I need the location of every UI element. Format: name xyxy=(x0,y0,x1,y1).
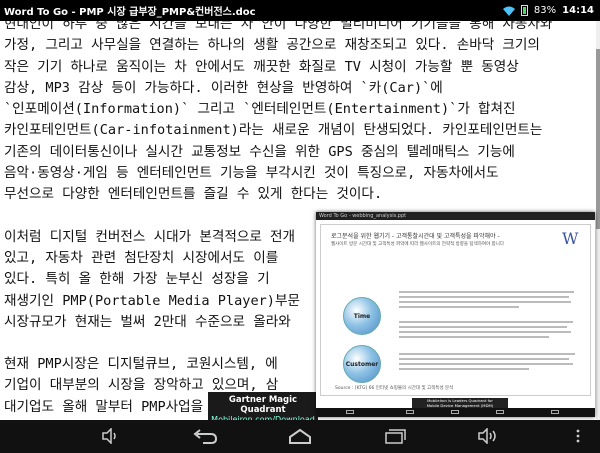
android-screen: Word To Go - PMP 시장 급부장_PMP&컨버전스.doc 83%… xyxy=(0,0,600,453)
slide-text-block xyxy=(399,321,579,341)
text-line: 음악·동영상·게임 등 엔터테인먼트 기능을 부각시킨 것이 특징으로, 자동차… xyxy=(4,165,499,182)
customer-circle: Customer xyxy=(343,345,381,383)
back-button[interactable] xyxy=(188,426,222,446)
volume-up-icon xyxy=(478,428,496,444)
document-scrollbar[interactable] xyxy=(596,21,600,420)
paragraph-1: 현대인이 하루 중 많은 시간을 보내는 차 안이 다양한 멀티미디어 기기들을… xyxy=(0,21,596,206)
app-title: Word To Go - PMP 시장 급부장_PMP&컨버전스.doc xyxy=(4,7,256,18)
slide-text-block xyxy=(399,353,579,373)
navigation-bar xyxy=(0,420,600,453)
thumbnail-ad: MobileIron is Leaders Quadrant for Mobil… xyxy=(412,398,508,408)
text-line: 감상, MP3 감상 등이 가능하다. 이러한 현상을 반영하여 `카(Car)… xyxy=(4,79,443,96)
text-line: 현대인이 하루 중 많은 시간을 보내는 차 안이 다양한 멀티미디어 기기들을… xyxy=(4,21,553,32)
text-line: 카인포테인먼트(Car-infotainment)라는 새로운 개념이 탄생되었… xyxy=(4,122,543,139)
thumbnail-slide: 로그분석을 위한 웹기기 - 고객통찰시간대 및 고객특성을 파악해야 - 웹사… xyxy=(320,224,591,396)
time-circle: Time xyxy=(343,297,381,335)
thumb-nav-icon xyxy=(451,410,459,414)
thumb-nav-icon xyxy=(346,410,354,414)
slide-heading: 로그분석을 위한 웹기기 - 고객통찰시간대 및 고객특성을 파악해야 - xyxy=(331,233,500,240)
battery-icon xyxy=(520,5,528,16)
slide-logo: W xyxy=(562,229,579,248)
ad-title: Gartner Magic Quadrant xyxy=(228,395,298,415)
volume-down-button[interactable] xyxy=(98,426,122,446)
recent-app-thumbnail[interactable]: Word To Go - webbing_analysis.ppt 로그분석을 … xyxy=(316,212,595,417)
menu-button[interactable] xyxy=(572,426,584,446)
volume-down-icon xyxy=(102,428,116,444)
thumb-nav-icon xyxy=(551,410,559,414)
clock: 14:14 xyxy=(562,5,594,16)
thumbnail-titlebar: Word To Go - webbing_analysis.ppt xyxy=(316,212,595,220)
thumb-nav-icon xyxy=(406,410,414,414)
battery-level: 83% xyxy=(533,5,557,16)
text-line: `인포메이션(Information)` 그리고 `엔터테인먼트(Enterta… xyxy=(4,101,516,118)
menu-icon xyxy=(576,429,580,443)
home-button[interactable] xyxy=(283,426,317,446)
scrollbar-thumb[interactable] xyxy=(596,49,600,229)
home-icon xyxy=(289,428,311,444)
thumbnail-navbar xyxy=(316,408,595,417)
slide-subheading: 웹사이트 방문 시간대 및 고객특성 파악에 따라 웹사이트의 전략적 방향을 … xyxy=(331,242,505,247)
wifi-icon xyxy=(502,6,515,16)
status-bar: Word To Go - PMP 시장 급부장_PMP&컨버전스.doc 83%… xyxy=(0,0,600,21)
text-line: 무선으로 다양한 엔터테인먼트를 즐길 수 있게 한다는 것이다. xyxy=(4,186,383,203)
text-line: 작은 기기 하나로 움직이는 차 안에서도 깨끗한 화질로 TV 시청이 가능할… xyxy=(4,58,519,75)
ad-banner[interactable]: Gartner Magic Quadrant Mobileiron.com/Do… xyxy=(208,392,318,424)
back-icon xyxy=(193,429,218,444)
recent-apps-icon xyxy=(385,429,406,444)
text-line: 가정, 그리고 사무실을 연결하는 하나의 생활 공간으로 재창조되고 있다. … xyxy=(4,37,540,54)
recent-apps-button[interactable] xyxy=(378,426,412,446)
text-line: 기존의 데이터통신이나 실시간 교통정보 수신을 위한 GPS 중심의 텔레매틱… xyxy=(4,143,515,160)
thumb-nav-icon xyxy=(496,410,504,414)
status-icons: 83% 14:14 xyxy=(502,2,594,19)
slide-source: Source : [KTG] 66 인터넷 쇼핑몰의 시간대 및 고객특성 분석 xyxy=(335,386,454,391)
slide-text-block xyxy=(399,291,579,311)
volume-up-button[interactable] xyxy=(476,426,500,446)
